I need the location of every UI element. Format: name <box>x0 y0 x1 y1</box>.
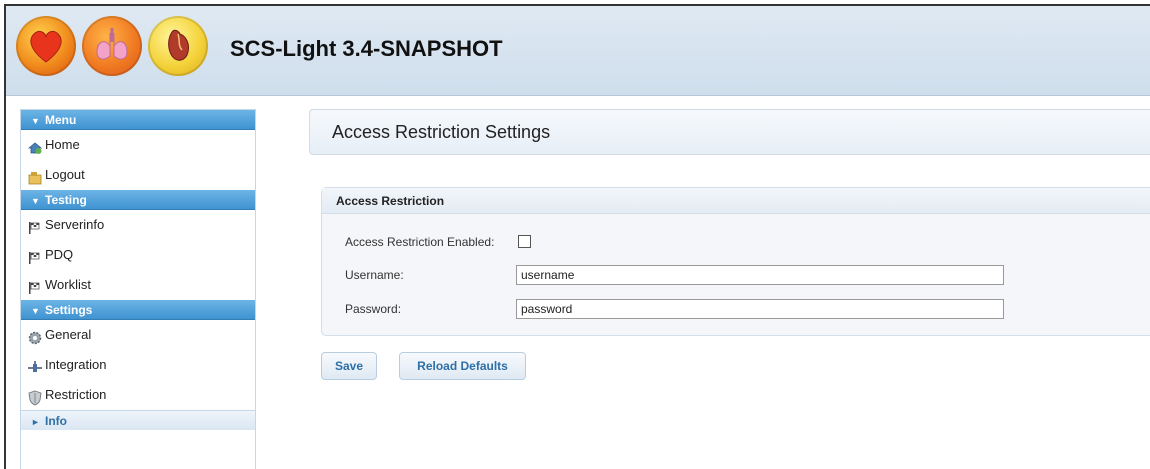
sidebar-item-label: Logout <box>45 167 85 182</box>
chevron-right-icon: ► <box>31 417 40 427</box>
section-label: Info <box>45 414 67 428</box>
sidebar-item-serverinfo[interactable]: Serverinfo <box>21 210 255 240</box>
save-button[interactable]: Save <box>321 352 377 380</box>
heart-logo <box>16 16 76 76</box>
sidebar-item-pdq[interactable]: PDQ <box>21 240 255 270</box>
flag-icon <box>27 247 43 264</box>
sidebar-section-testing[interactable]: ▼ Testing <box>21 190 255 210</box>
sidebar-item-home[interactable]: Home <box>21 130 255 160</box>
sidebar: ▼ Menu Home Logout ▼ Testing Serverinfo PD… <box>20 109 256 469</box>
page-title: Access Restriction Settings <box>332 122 551 142</box>
access-restriction-enabled-label: Access Restriction Enabled: <box>345 235 495 249</box>
chevron-down-icon: ▼ <box>31 196 40 206</box>
sidebar-item-restriction[interactable]: Restriction <box>21 380 255 410</box>
flag-icon <box>27 277 43 294</box>
section-label: Settings <box>45 303 93 317</box>
sidebar-item-label: Home <box>45 137 80 152</box>
chevron-down-icon: ▼ <box>31 116 40 126</box>
logout-icon <box>27 167 43 185</box>
sidebar-section-settings[interactable]: ▼ Settings <box>21 300 255 320</box>
sidebar-item-label: Worklist <box>45 277 91 292</box>
app-title: SCS-Light 3.4-SNAPSHOT <box>230 36 503 61</box>
home-icon <box>27 137 43 154</box>
sidebar-item-label: Integration <box>45 357 107 372</box>
lungs-logo <box>82 16 142 76</box>
access-restriction-enabled-checkbox[interactable] <box>518 235 531 248</box>
app-header: SCS-Light 3.4-SNAPSHOT <box>6 6 1150 96</box>
reload-defaults-button[interactable]: Reload Defaults <box>399 352 526 380</box>
panel-title: Access Restriction <box>322 188 1150 214</box>
gear-icon <box>27 327 43 345</box>
sidebar-item-label: Serverinfo <box>45 217 105 232</box>
shield-icon <box>27 387 43 406</box>
sidebar-item-integration[interactable]: Integration <box>21 350 255 380</box>
flag-icon <box>27 217 43 234</box>
sidebar-item-logout[interactable]: Logout <box>21 160 255 190</box>
page-title-bar: Access Restriction Settings <box>309 109 1150 155</box>
organ-logo <box>148 16 208 76</box>
sidebar-section-menu[interactable]: ▼ Menu <box>21 110 255 130</box>
password-label: Password: <box>345 302 402 316</box>
sidebar-item-label: Restriction <box>45 387 107 402</box>
app-window: SCS-Light 3.4-SNAPSHOT ▼ Menu Home Logout… <box>4 4 1150 469</box>
username-label: Username: <box>345 268 404 282</box>
chevron-down-icon: ▼ <box>31 306 40 316</box>
sidebar-section-info[interactable]: ► Info <box>21 410 255 430</box>
section-label: Menu <box>45 113 77 127</box>
sidebar-item-label: PDQ <box>45 247 74 262</box>
section-label: Testing <box>45 193 87 207</box>
sidebar-item-worklist[interactable]: Worklist <box>21 270 255 300</box>
sidebar-item-label: General <box>45 327 92 342</box>
plug-icon <box>27 357 43 373</box>
password-field[interactable] <box>516 299 1004 319</box>
sidebar-item-general[interactable]: General <box>21 320 255 350</box>
username-field[interactable] <box>516 265 1004 285</box>
